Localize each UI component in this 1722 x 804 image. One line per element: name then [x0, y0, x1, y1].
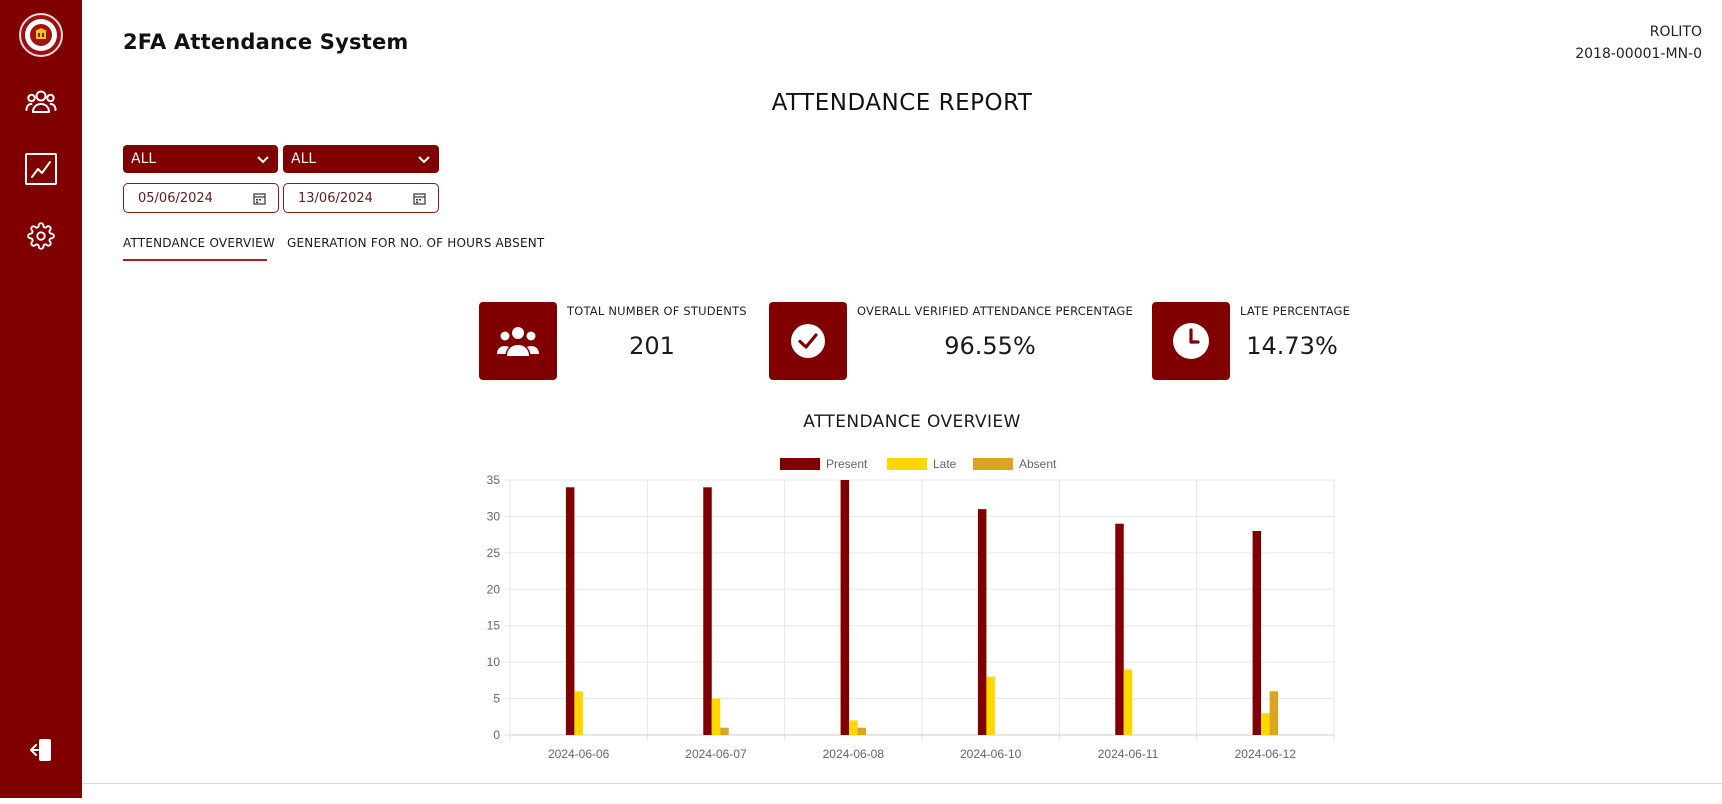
stat-students-value: 201: [629, 332, 675, 360]
x-tick-label: 2024-06-07: [685, 747, 747, 761]
users-group-icon: [497, 327, 539, 356]
bar-late: [986, 676, 995, 735]
date-from-value: 05/06/2024: [138, 190, 213, 206]
filter-select-1[interactable]: ALL: [123, 145, 278, 173]
stat-students-label: TOTAL NUMBER OF STUDENTS: [567, 304, 747, 318]
bar-present: [840, 480, 850, 735]
calendar-icon[interactable]: [413, 192, 426, 205]
y-tick-label: 15: [487, 619, 501, 633]
bar-present: [1115, 523, 1124, 735]
y-tick-label: 35: [487, 473, 501, 487]
sidebar-item-reports[interactable]: [21, 149, 61, 189]
footer-divider: [82, 783, 1722, 784]
stat-late-label: LATE PERCENTAGE: [1240, 304, 1351, 318]
calendar-icon[interactable]: [253, 192, 266, 205]
legend-swatch-late: [887, 458, 927, 470]
date-to-value: 13/06/2024: [298, 190, 373, 206]
x-tick-label: 2024-06-12: [1235, 747, 1297, 761]
chart-line-icon: [25, 153, 57, 185]
chart-title: ATTENDANCE OVERVIEW: [803, 412, 1021, 432]
date-to-input[interactable]: 13/06/2024: [283, 183, 439, 213]
sidebar: [0, 0, 82, 798]
stat-attendance-value: 96.55%: [944, 332, 1036, 360]
stat-late-icon-box: [1152, 302, 1230, 380]
x-tick-label: 2024-06-11: [1098, 747, 1159, 761]
stat-late-value: 14.73%: [1246, 332, 1338, 360]
filter-select-2[interactable]: ALL: [283, 145, 439, 173]
bar-present: [977, 509, 987, 735]
y-tick-label: 10: [487, 655, 501, 669]
logout-icon: [30, 739, 51, 761]
logo-ring: [25, 19, 57, 51]
bar-present: [1252, 531, 1262, 735]
x-tick-label: 2024-06-10: [960, 747, 1022, 761]
bar-late: [1123, 669, 1133, 735]
y-tick-label: 0: [493, 728, 500, 742]
app-title: 2FA Attendance System: [123, 30, 409, 54]
bar-late: [1261, 713, 1270, 735]
report-title-text: ATTENDANCE REPORT: [771, 90, 1033, 116]
gear-icon: [27, 222, 55, 250]
y-tick-label: 20: [487, 582, 501, 596]
bar-late: [574, 691, 583, 735]
university-logo[interactable]: [19, 13, 63, 57]
legend-label-absent: Absent: [1019, 457, 1057, 471]
bar-absent: [1269, 691, 1279, 735]
stat-attendance-label: OVERALL VERIFIED ATTENDANCE PERCENTAGE: [857, 304, 1133, 318]
legend-swatch-present: [780, 458, 820, 470]
x-tick-label: 2024-06-08: [823, 747, 885, 761]
user-name: ROLITO: [1649, 24, 1702, 40]
y-tick-label: 25: [487, 546, 501, 560]
x-tick-label: 2024-06-06: [548, 747, 610, 761]
logo-emblem: [30, 24, 52, 46]
legend-label-late: Late: [933, 457, 957, 471]
user-id: 2018-00001-MN-0: [1575, 46, 1702, 62]
stat-attendance-icon-box: [769, 302, 847, 380]
bar-present: [703, 487, 712, 735]
filter-select-1-value: ALL: [131, 151, 157, 167]
bar-late: [849, 720, 858, 735]
clock-icon: [1173, 323, 1209, 359]
active-tab-indicator: [123, 259, 267, 261]
stat-students-icon-box: [479, 302, 557, 380]
chevron-down-icon: [418, 156, 430, 164]
tab-attendance-overview[interactable]: ATTENDANCE OVERVIEW: [123, 236, 275, 250]
bar-absent: [857, 727, 867, 735]
logout-button[interactable]: [21, 730, 61, 770]
sidebar-item-settings[interactable]: [21, 216, 61, 256]
page-title: ATTENDANCE REPORT: [0, 90, 1722, 116]
chevron-down-icon: [257, 156, 269, 164]
check-circle-icon: [791, 324, 825, 358]
bar-present: [565, 487, 575, 735]
y-tick-label: 5: [493, 692, 500, 706]
legend-swatch-absent: [973, 458, 1013, 470]
legend-label-present: Present: [826, 457, 868, 471]
bar-absent: [720, 727, 729, 735]
tab-hours-absent[interactable]: GENERATION FOR NO. OF HOURS ABSENT: [287, 236, 544, 250]
date-from-input[interactable]: 05/06/2024: [123, 183, 279, 213]
bar-late: [711, 698, 721, 735]
filter-select-2-value: ALL: [291, 151, 317, 167]
attendance-bar-chart: 0 5 10 15 20 25 30 35 2024-06-06 2024-06-07 2024-0…: [487, 457, 1335, 761]
y-tick-label: 30: [487, 509, 501, 523]
